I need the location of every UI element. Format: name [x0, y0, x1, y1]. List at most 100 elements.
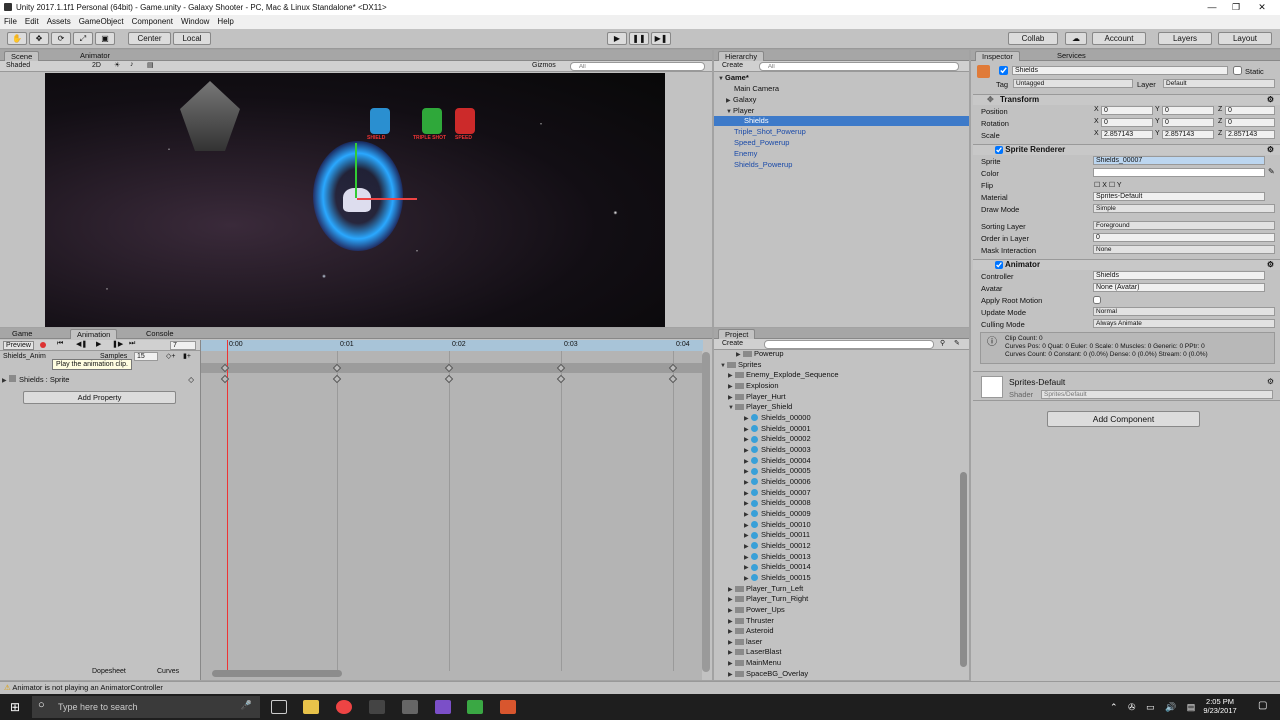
- expand-icon[interactable]: ▶: [744, 563, 751, 573]
- clock[interactable]: 2:05 PM 9/23/2017: [1195, 697, 1245, 715]
- playhead[interactable]: [227, 340, 228, 670]
- position-z-field[interactable]: 0: [1225, 106, 1275, 115]
- move-gizmo-x-arrow[interactable]: [357, 198, 417, 200]
- close-icon[interactable]: ✕: [1250, 0, 1274, 15]
- collapse-icon[interactable]: ▼: [728, 403, 735, 413]
- effects-icon[interactable]: ▤: [147, 61, 154, 69]
- menu-window[interactable]: Window: [181, 15, 209, 29]
- project-item[interactable]: ▶ Shields_00013: [744, 552, 811, 563]
- start-icon[interactable]: ⊞: [10, 700, 20, 714]
- account-button[interactable]: Account: [1092, 32, 1146, 45]
- collapse-icon[interactable]: ▼: [718, 74, 725, 84]
- add-component-button[interactable]: Add Component: [1047, 411, 1200, 427]
- pivot-center-button[interactable]: Center: [128, 32, 171, 45]
- preview-toggle[interactable]: Preview: [3, 341, 34, 350]
- project-item[interactable]: ▶ laser: [728, 637, 762, 648]
- play-button[interactable]: ▶: [607, 32, 627, 45]
- collapse-icon[interactable]: ▼: [720, 361, 727, 371]
- audio-icon[interactable]: ♪: [130, 61, 134, 68]
- hierarchy-item[interactable]: Triple_Shot_Powerup: [734, 127, 806, 137]
- expand-icon[interactable]: ▶: [728, 606, 735, 616]
- microphone-icon[interactable]: 🎤: [241, 700, 252, 711]
- expand-icon[interactable]: ▶: [744, 553, 751, 563]
- next-frame-icon[interactable]: ❚▶: [112, 340, 123, 348]
- project-item[interactable]: ▶ Shields_00011: [744, 530, 810, 541]
- expand-icon[interactable]: ▶: [744, 510, 751, 520]
- tab-project[interactable]: Project: [718, 329, 756, 339]
- project-item[interactable]: ▶ Shields_00001: [744, 424, 811, 435]
- position-x-field[interactable]: 0: [1101, 106, 1153, 115]
- project-item[interactable]: ▶ MainMenu: [728, 658, 781, 669]
- shield-powerup-sprite[interactable]: [370, 108, 390, 134]
- project-search-input[interactable]: [764, 340, 934, 349]
- dopesheet-tab[interactable]: Dopesheet: [92, 668, 126, 675]
- timeline-vertical-scrollbar[interactable]: [702, 352, 710, 672]
- project-item[interactable]: ▶ Powerup: [736, 349, 784, 360]
- project-item[interactable]: ▼ Player_Shield: [728, 402, 792, 413]
- scale-z-field[interactable]: 2.857143: [1225, 130, 1275, 139]
- flip-x-checkbox[interactable]: ☐ X ☐ Y: [1094, 181, 1122, 189]
- shading-dropdown[interactable]: Shaded: [6, 62, 30, 69]
- rotation-y-field[interactable]: 0: [1162, 118, 1214, 127]
- menu-file[interactable]: File: [4, 15, 17, 29]
- add-keyframe-icon[interactable]: ◇+: [166, 352, 175, 360]
- project-item[interactable]: ▶ SpaceBG_Overlay: [728, 669, 808, 680]
- mask-interaction-dropdown[interactable]: None: [1093, 245, 1275, 254]
- rotate-tool-icon[interactable]: ⟳: [51, 32, 71, 45]
- expand-icon[interactable]: ▶: [726, 96, 733, 106]
- taskbar-search[interactable]: ○ Type here to search 🎤: [32, 696, 260, 718]
- tag-dropdown[interactable]: Untagged: [1013, 79, 1133, 88]
- camtasia-recorder-icon[interactable]: [500, 700, 516, 714]
- expand-icon[interactable]: ▶: [728, 648, 735, 658]
- project-item[interactable]: ▶ Shields_00007: [744, 488, 811, 499]
- expand-icon[interactable]: ▶: [744, 531, 751, 541]
- maximize-icon[interactable]: ❐: [1224, 0, 1248, 15]
- project-item[interactable]: ▶ Power_Ups: [728, 605, 785, 616]
- step-button[interactable]: ▶❚: [651, 32, 671, 45]
- project-item[interactable]: ▶ Shields_00000: [744, 413, 811, 424]
- expand-icon[interactable]: ▶: [728, 393, 735, 403]
- shader-dropdown[interactable]: Sprites/Default: [1041, 390, 1273, 399]
- hierarchy-search-input[interactable]: [759, 62, 959, 71]
- tab-scene[interactable]: Scene: [4, 51, 40, 61]
- timeline-area[interactable]: [200, 340, 703, 680]
- expand-icon[interactable]: ▶: [744, 457, 751, 467]
- hierarchy-item[interactable]: Shields_Powerup: [734, 160, 792, 170]
- project-item[interactable]: ▶ Shields_00006: [744, 477, 811, 488]
- project-item[interactable]: ▶ Shields_00003: [744, 445, 811, 456]
- hierarchy-item[interactable]: Enemy: [734, 149, 757, 159]
- project-item[interactable]: ▶ Shields_00002: [744, 434, 811, 445]
- layer-dropdown[interactable]: Default: [1163, 79, 1275, 88]
- player-ship-sprite[interactable]: [343, 188, 371, 212]
- first-frame-icon[interactable]: ⏮: [57, 340, 63, 348]
- transform-header[interactable]: ✥ Transform ⚙: [973, 94, 1280, 105]
- apply-root-motion-checkbox[interactable]: [1093, 296, 1101, 304]
- project-item[interactable]: ▶ Explosion: [728, 381, 779, 392]
- project-item[interactable]: ▶ Shields_00005: [744, 466, 811, 477]
- position-y-field[interactable]: 0: [1162, 106, 1214, 115]
- filter-label-icon[interactable]: ✎: [954, 339, 960, 347]
- visual-studio-icon[interactable]: [435, 700, 451, 714]
- project-item[interactable]: ▶ Shields_00010: [744, 520, 811, 531]
- expand-icon[interactable]: ▶: [728, 659, 735, 669]
- expand-icon[interactable]: ▶: [744, 499, 751, 509]
- active-checkbox[interactable]: [999, 66, 1008, 75]
- rect-tool-icon[interactable]: ▣: [95, 32, 115, 45]
- project-vertical-scrollbar[interactable]: [960, 472, 967, 667]
- pause-button[interactable]: ❚❚: [629, 32, 649, 45]
- layout-button[interactable]: Layout: [1218, 32, 1272, 45]
- triple-shot-powerup-sprite[interactable]: [422, 108, 442, 134]
- controller-field[interactable]: Shields: [1093, 271, 1265, 280]
- project-item[interactable]: ▼ Sprites: [720, 360, 761, 371]
- avatar-field[interactable]: None (Avatar): [1093, 283, 1265, 292]
- tab-hierarchy[interactable]: Hierarchy: [718, 51, 765, 61]
- play-clip-icon[interactable]: ▶: [96, 340, 101, 348]
- project-item[interactable]: ▶ LaserBlast: [728, 647, 781, 658]
- file-explorer-icon[interactable]: [303, 700, 319, 714]
- pivot-local-button[interactable]: Local: [173, 32, 211, 45]
- move-gizmo-y-arrow[interactable]: [355, 143, 357, 198]
- update-mode-dropdown[interactable]: Normal: [1093, 307, 1275, 316]
- expand-icon[interactable]: ▶: [744, 446, 751, 456]
- expand-icon[interactable]: ▶: [728, 585, 735, 595]
- expand-icon[interactable]: ▶: [744, 425, 751, 435]
